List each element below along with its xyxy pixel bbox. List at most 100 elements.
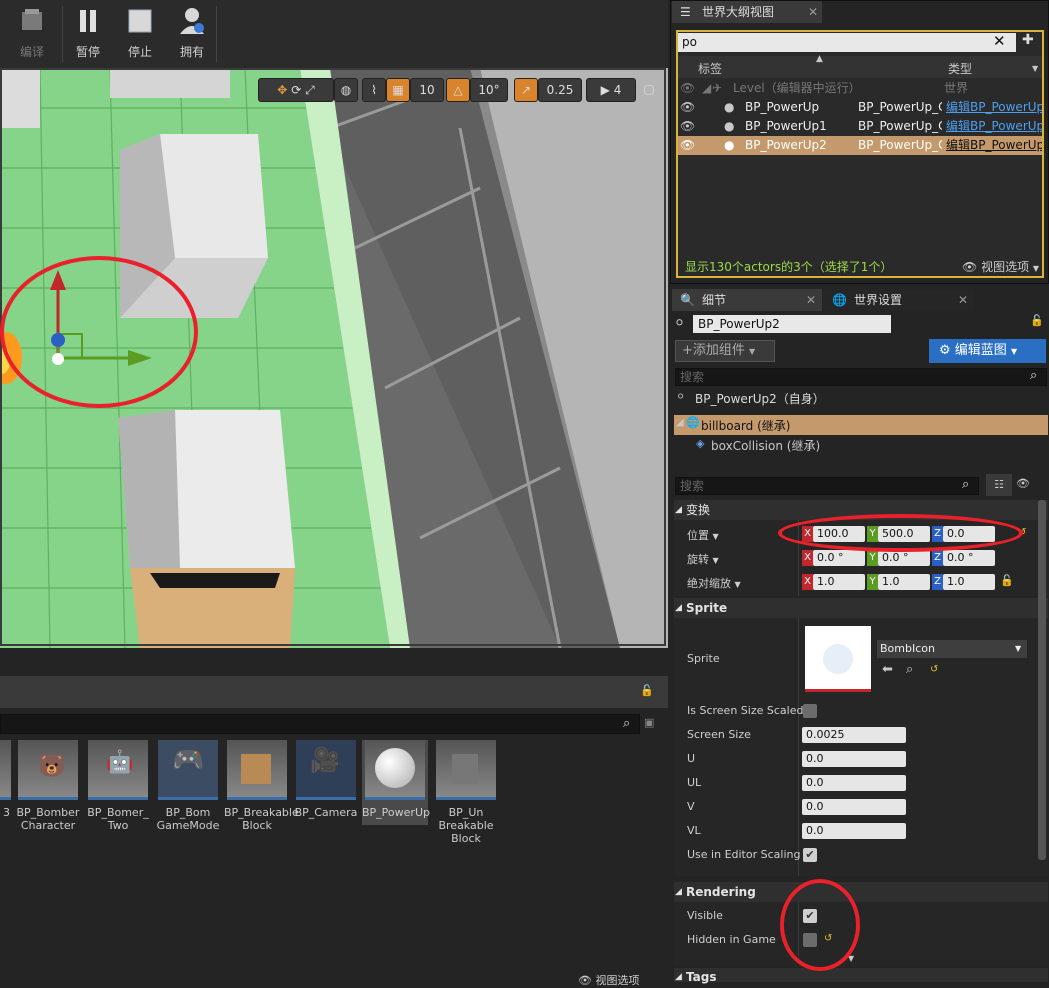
- asset-tile-selected[interactable]: BP_PowerUp: [362, 740, 430, 825]
- screen-size-input[interactable]: 0.0025: [802, 727, 906, 743]
- tab-details[interactable]: 🔍 细节 ✕: [672, 289, 822, 311]
- asset-tile[interactable]: 🎥 BP_Camera: [293, 740, 359, 819]
- screen-size-scaled-checkbox[interactable]: [803, 704, 817, 718]
- rotation-snap-value[interactable]: 10°: [470, 78, 508, 102]
- camera-speed-button[interactable]: ▶ 4: [586, 78, 636, 102]
- section-rendering[interactable]: ◢ Rendering: [674, 882, 1048, 902]
- self-component-label[interactable]: BP_PowerUp2（自身）: [695, 390, 825, 407]
- section-sprite[interactable]: ◢ Sprite: [674, 598, 1048, 618]
- maximize-viewport-icon[interactable]: ▢: [640, 78, 658, 102]
- eye-icon[interactable]: 👁: [1016, 477, 1030, 490]
- surface-snap-toggle[interactable]: ⌇: [362, 78, 386, 102]
- details-scrollbar[interactable]: [1038, 500, 1046, 860]
- reset-to-default-icon[interactable]: ↺: [824, 933, 832, 944]
- browse-icon[interactable]: ⌕: [906, 662, 913, 677]
- column-label-header[interactable]: 标签: [698, 60, 722, 77]
- section-transform[interactable]: ◢ 变换: [674, 500, 1048, 520]
- component-search-input[interactable]: 搜索: [675, 368, 1047, 386]
- details-search-input[interactable]: 搜索: [675, 477, 979, 495]
- lock-icon[interactable]: 🔓: [640, 684, 654, 697]
- eye-icon[interactable]: 👁: [680, 136, 695, 155]
- level-viewport[interactable]: ✥ ⟳ ⤢ ◍ ⌇ ▦ 10 △ 10° ↗ 0.25 ▶ 4 ▢: [0, 68, 668, 648]
- world-local-toggle[interactable]: ◍: [334, 78, 358, 102]
- component-row-selected[interactable]: ◢ 🌐 billboard (继承): [674, 415, 1048, 435]
- scale-y-input[interactable]: 1.0: [878, 574, 930, 590]
- column-type-header[interactable]: 类型: [948, 60, 972, 77]
- expand-arrow-icon[interactable]: ◢: [702, 79, 711, 98]
- outliner-row[interactable]: 👁 ● BP_PowerUp BP_PowerUp_C 编辑BP_PowerUp: [678, 98, 1042, 117]
- hidden-in-game-checkbox[interactable]: [803, 933, 817, 947]
- reset-to-default-icon[interactable]: ↺: [1018, 527, 1026, 538]
- add-filter-icon[interactable]: ✚: [1022, 32, 1034, 48]
- eye-icon[interactable]: 👁: [680, 98, 695, 117]
- eye-icon[interactable]: 👁: [680, 117, 695, 136]
- outliner-search-input[interactable]: po: [678, 33, 1016, 52]
- lock-icon[interactable]: 🔓: [1030, 314, 1044, 327]
- rotation-snap-toggle[interactable]: △: [446, 78, 470, 102]
- scale-x-input[interactable]: 1.0: [813, 574, 865, 590]
- search-icon[interactable]: ⌕: [962, 477, 969, 492]
- tab-world-outliner[interactable]: ☰ 世界大纲视图 ✕: [672, 1, 822, 23]
- asset-tile[interactable]: BP_Breakable Block: [224, 740, 299, 832]
- actor-name-input[interactable]: BP_PowerUp2: [693, 315, 891, 333]
- edit-blueprint-link[interactable]: 编辑BP_PowerUp: [946, 136, 1042, 155]
- use-selected-arrow-icon[interactable]: ⬅: [882, 662, 893, 677]
- scale-label[interactable]: 绝对缩放 ▼: [687, 575, 741, 591]
- rotation-z-input[interactable]: 0.0 °: [943, 550, 995, 566]
- v-input[interactable]: 0.0: [802, 799, 906, 815]
- grid-snap-value[interactable]: 10: [410, 78, 444, 102]
- location-x-input[interactable]: 100.0: [813, 526, 865, 542]
- scale-icon[interactable]: ⤢: [305, 83, 315, 97]
- section-tags[interactable]: ◢ Tags: [674, 968, 1048, 984]
- scale-snap-value[interactable]: 0.25: [538, 78, 582, 102]
- content-view-options-button[interactable]: 👁 视图选项: [578, 972, 639, 988]
- rotate-icon[interactable]: ⟳: [291, 83, 301, 97]
- editor-scaling-checkbox[interactable]: ✔: [803, 848, 817, 862]
- scale-snap-toggle[interactable]: ↗: [514, 78, 538, 102]
- outliner-row-selected[interactable]: 👁 ● BP_PowerUp2 BP_PowerUp_C 编辑BP_PowerU…: [678, 136, 1042, 155]
- outliner-row-level[interactable]: 👁 ◢ ✈ Level（编辑器中运行） 世界: [678, 79, 1042, 98]
- tab-world-settings[interactable]: 🌐 世界设置 ✕: [824, 289, 974, 311]
- outliner-row[interactable]: 👁 ● BP_PowerUp1 BP_PowerUp_C 编辑BP_PowerU…: [678, 117, 1042, 136]
- sprite-thumbnail[interactable]: [805, 626, 871, 692]
- property-matrix-icon[interactable]: ☷: [986, 474, 1012, 496]
- location-z-input[interactable]: 0.0: [943, 526, 995, 542]
- save-search-icon[interactable]: ▣: [644, 716, 654, 729]
- rotation-label[interactable]: 旋转 ▼: [687, 551, 719, 567]
- advanced-expand-icon[interactable]: ▼: [848, 954, 854, 963]
- close-icon[interactable]: ✕: [808, 1, 818, 23]
- asset-tile[interactable]: 3: [0, 740, 14, 819]
- edit-blueprint-button[interactable]: ⚙ 编辑蓝图 ▼: [929, 339, 1046, 363]
- pause-button[interactable]: 暂停: [62, 4, 114, 64]
- ul-input[interactable]: 0.0: [802, 775, 906, 791]
- close-icon[interactable]: ✕: [806, 289, 816, 311]
- edit-blueprint-link[interactable]: 编辑BP_PowerUp: [946, 117, 1042, 136]
- lock-icon[interactable]: 🔓: [1000, 574, 1014, 587]
- content-search-input[interactable]: ⌕: [0, 714, 640, 734]
- location-label[interactable]: 位置 ▼: [687, 527, 719, 543]
- rotation-x-input[interactable]: 0.0 °: [813, 550, 865, 566]
- add-component-button[interactable]: +添加组件 ▼: [675, 340, 775, 362]
- asset-tile[interactable]: 🎮 BP_Bom GameMode: [155, 740, 221, 832]
- reset-to-default-icon[interactable]: ↺: [930, 664, 938, 675]
- move-icon[interactable]: ✥: [277, 83, 287, 97]
- location-y-input[interactable]: 500.0: [878, 526, 930, 542]
- compile-button[interactable]: 编译: [6, 4, 58, 64]
- clear-search-icon[interactable]: ✕: [993, 32, 1006, 50]
- eye-icon[interactable]: 👁: [680, 79, 695, 98]
- u-input[interactable]: 0.0: [802, 751, 906, 767]
- asset-tile[interactable]: 🤖 BP_Bomer_ Two: [85, 740, 151, 832]
- stop-button[interactable]: 停止: [114, 4, 166, 64]
- outliner-view-options-button[interactable]: 👁 视图选项 ▼: [962, 258, 1039, 275]
- search-icon[interactable]: ⌕: [1030, 368, 1037, 383]
- transform-mode-group[interactable]: ✥ ⟳ ⤢: [258, 78, 334, 102]
- edit-blueprint-link[interactable]: 编辑BP_PowerUp: [946, 98, 1042, 117]
- possess-button[interactable]: 拥有: [166, 4, 218, 64]
- chevron-down-icon[interactable]: ▼: [1032, 64, 1038, 73]
- search-icon[interactable]: ⌕: [623, 716, 630, 731]
- visible-checkbox[interactable]: ✔: [803, 909, 817, 923]
- grid-snap-toggle[interactable]: ▦: [386, 78, 410, 102]
- expand-arrow-icon[interactable]: ◢: [676, 417, 684, 428]
- asset-tile[interactable]: 🐻 BP_Bomber Character: [15, 740, 81, 832]
- component-row[interactable]: ◈ boxCollision (继承): [674, 435, 1048, 455]
